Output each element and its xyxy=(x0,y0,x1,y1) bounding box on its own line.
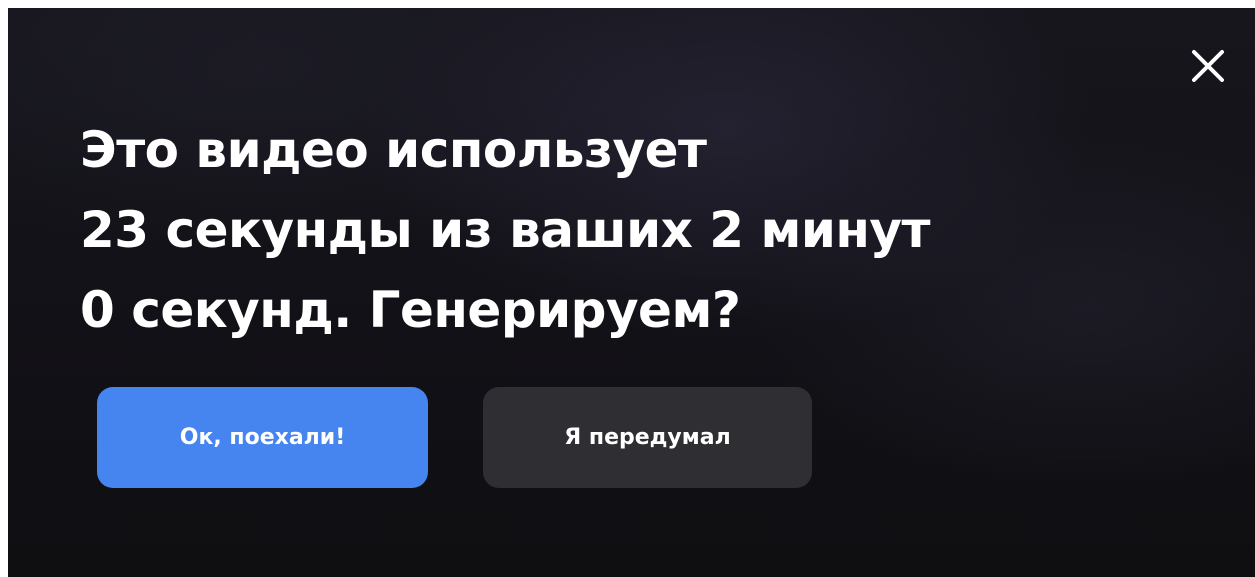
cancel-button-label: Я передумал xyxy=(564,425,731,450)
close-button[interactable] xyxy=(1188,46,1228,86)
close-icon xyxy=(1192,50,1224,82)
cancel-button[interactable]: Я передумал xyxy=(483,387,812,488)
confirm-button[interactable]: Ок, поехали! xyxy=(97,387,428,488)
dialog-message: Это видео использует 23 секунды из ваших… xyxy=(80,110,1140,350)
dialog-message-line: 23 секунды из ваших 2 минут xyxy=(80,201,931,259)
dialog-message-line: 0 секунд. Генерируем? xyxy=(80,281,741,339)
confirm-button-label: Ок, поехали! xyxy=(179,425,346,450)
confirmation-dialog: Это видео использует 23 секунды из ваших… xyxy=(8,8,1255,577)
dialog-message-line: Это видео использует xyxy=(80,121,707,179)
